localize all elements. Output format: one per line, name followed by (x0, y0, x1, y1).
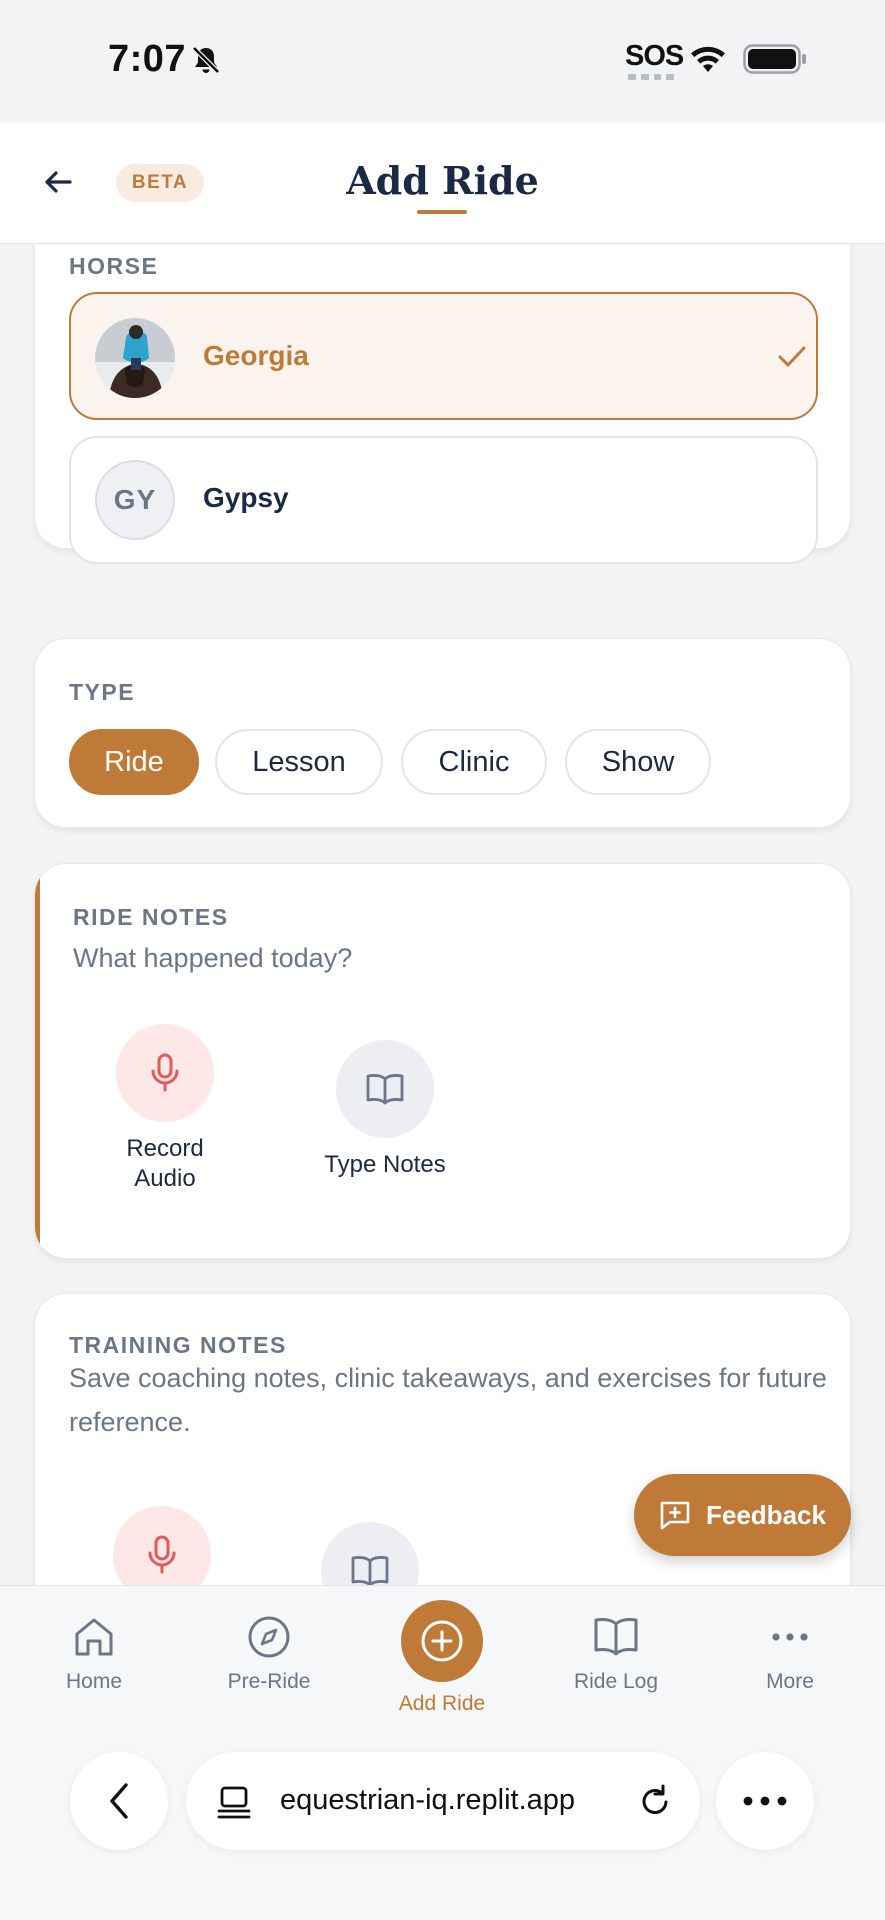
horse-avatar (95, 318, 175, 398)
horse-option-georgia[interactable]: Georgia (69, 292, 818, 420)
more-dots-icon (772, 1633, 808, 1641)
type-chip-ride[interactable]: Ride (69, 729, 199, 795)
record-audio-label: Record Audio (126, 1135, 204, 1192)
open-book-icon (594, 1618, 638, 1656)
nav-pre-ride-label: Pre-Ride (227, 1670, 311, 1693)
horse-name: Georgia (203, 340, 309, 371)
title-underline (417, 210, 467, 214)
page-title: Add Ride (346, 158, 539, 203)
nav-add-ride[interactable]: Add Ride (372, 1600, 512, 1716)
record-audio-button[interactable]: Record Audio (95, 1024, 235, 1194)
training-record-audio-button[interactable] (97, 1506, 227, 1585)
ride-notes-label: RIDE NOTES (73, 904, 229, 930)
accent-bar (35, 864, 40, 1258)
book-icon (351, 1556, 389, 1585)
tab-icon (217, 1786, 251, 1819)
horse-card: HORSE Georgia GY Gypsy (34, 245, 851, 564)
feedback-icon (660, 1501, 690, 1530)
type-section-label: TYPE (69, 679, 136, 705)
browser-url: equestrian-iq.replit.app (280, 1784, 576, 1816)
mic-icon (148, 1535, 176, 1574)
type-chip-clinic[interactable]: Clinic (401, 729, 547, 795)
app-header: BETA Add Ride (0, 122, 885, 244)
more-horizontal-icon (743, 1796, 787, 1806)
type-card: TYPE Ride Lesson Clinic Show (34, 638, 851, 828)
chevron-left-icon (110, 1783, 128, 1819)
bottom-nav: Home Pre-Ride Add Ride Ride Log More equ… (0, 1585, 885, 1920)
check-icon (778, 346, 806, 367)
browser-back-button[interactable] (70, 1752, 168, 1850)
wifi-icon (691, 46, 725, 72)
add-ride-circle (401, 1600, 483, 1682)
training-type-notes-button[interactable] (305, 1522, 435, 1585)
sos-indicator: SOS (625, 40, 684, 72)
ride-notes-description: What happened today? (73, 943, 353, 973)
mic-icon (151, 1053, 179, 1092)
nav-home-label: Home (65, 1670, 123, 1693)
nav-add-ride-label: Add Ride (398, 1692, 486, 1715)
type-chip-show[interactable]: Show (565, 729, 711, 795)
book-icon (366, 1074, 404, 1105)
book-icon-circle (336, 1040, 434, 1138)
horse-option-gypsy[interactable]: GY Gypsy (69, 436, 818, 564)
home-icon (75, 1618, 113, 1656)
feedback-label: Feedback (706, 1500, 826, 1530)
bell-off-icon (192, 46, 220, 74)
plus-circle-icon (421, 1620, 463, 1662)
type-notes-label: Type Notes (324, 1151, 446, 1178)
nav-home[interactable]: Home (24, 1614, 164, 1694)
form-scroll-area[interactable]: HORSE Georgia GY Gypsy TYPE Ride Lesson … (0, 245, 885, 1585)
ride-notes-card: RIDE NOTES What happened today? Record A… (34, 863, 851, 1259)
feedback-button[interactable]: Feedback (634, 1474, 851, 1556)
horse-name: Gypsy (203, 482, 289, 513)
nav-ride-log-label: Ride Log (573, 1670, 659, 1693)
training-notes-description: Save coaching notes, clinic takeaways, a… (69, 1363, 827, 1437)
horse-section-label: HORSE (69, 253, 159, 279)
training-notes-label: TRAINING NOTES (69, 1332, 287, 1358)
status-bar: 7:07 SOS (0, 0, 885, 122)
nav-pre-ride[interactable]: Pre-Ride (199, 1614, 339, 1694)
nav-ride-log[interactable]: Ride Log (546, 1614, 686, 1694)
compass-icon (248, 1616, 290, 1658)
sos-dots (628, 74, 674, 80)
book-icon-circle (321, 1522, 419, 1585)
status-time: 7:07 (108, 38, 187, 80)
horse-initials-avatar: GY (95, 460, 175, 540)
mic-icon-circle (113, 1506, 211, 1585)
mic-icon-circle (116, 1024, 214, 1122)
reload-icon[interactable] (636, 1782, 674, 1820)
type-notes-button[interactable]: Type Notes (275, 1040, 495, 1180)
browser-more-button[interactable] (716, 1752, 814, 1850)
nav-more-label: More (766, 1670, 814, 1693)
browser-url-bar[interactable]: equestrian-iq.replit.app (186, 1752, 700, 1850)
battery-icon (743, 44, 806, 74)
type-chip-lesson[interactable]: Lesson (215, 729, 383, 795)
nav-more[interactable]: More (720, 1614, 860, 1694)
